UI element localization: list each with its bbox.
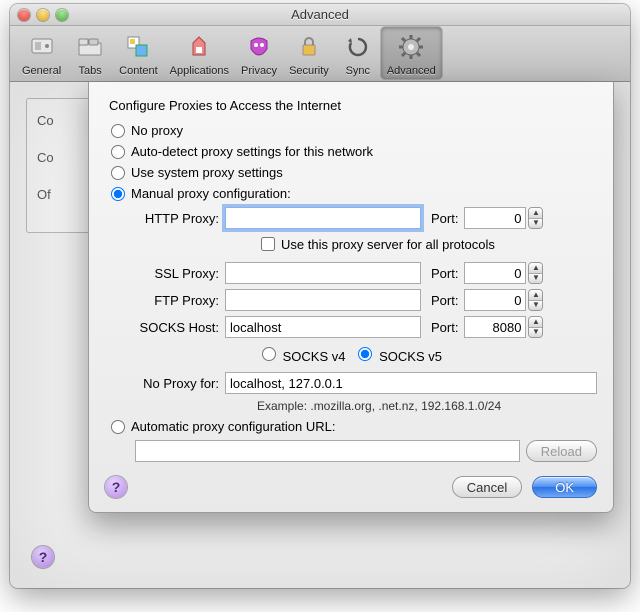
radio-label: Auto-detect proxy settings for this netw… [131,144,373,159]
radio-label: Manual proxy configuration: [131,186,291,201]
mask-icon [243,31,275,63]
preferences-window: Advanced General Tabs Content Applicati [10,4,630,588]
radio-auto-url-input[interactable] [111,420,125,434]
http-port-stepper[interactable]: ▲▼ [528,207,543,229]
sync-icon [342,31,374,63]
preferences-toolbar: General Tabs Content Applications Privac… [10,26,630,82]
toolbar-label: Privacy [241,65,277,77]
socks-label: SOCKS Host: [129,320,225,335]
lock-icon [293,31,325,63]
tabs-icon [74,31,106,63]
toolbar-tabs[interactable]: Tabs [67,27,113,79]
window-title: Advanced [10,7,630,22]
radio-socks-v4[interactable]: SOCKS v4 [257,344,345,364]
toolbar-general[interactable]: General [16,27,67,79]
auto-url-input[interactable] [135,440,520,462]
ssl-proxy-input[interactable] [225,262,421,284]
ftp-port-stepper[interactable]: ▲▼ [528,289,543,311]
content-area: Co Co Of ? Configure Proxies to Access t… [10,82,630,588]
toolbar-sync[interactable]: Sync [335,27,381,79]
radio-socks-v5[interactable]: SOCKS v5 [353,344,441,364]
help-button[interactable]: ? [32,546,54,568]
toolbar-content[interactable]: Content [113,27,164,79]
port-label: Port: [431,320,458,335]
radio-manual[interactable]: Manual proxy configuration: [111,186,597,201]
switch-icon [26,31,58,63]
sheet-help-button[interactable]: ? [105,476,127,498]
toolbar-advanced[interactable]: Advanced [381,27,442,79]
no-proxy-for-label: No Proxy for: [129,376,225,391]
ssl-port-input[interactable] [464,262,526,284]
content-icon [122,31,154,63]
no-proxy-example: Example: .mozilla.org, .net.nz, 192.168.… [257,399,597,413]
cancel-button[interactable]: Cancel [452,476,522,498]
radio-label: No proxy [131,123,183,138]
radio-no-proxy-input[interactable] [111,124,125,138]
toolbar-privacy[interactable]: Privacy [235,27,283,79]
ftp-label: FTP Proxy: [129,293,225,308]
titlebar: Advanced [10,4,630,26]
ssl-label: SSL Proxy: [129,266,225,281]
toolbar-security[interactable]: Security [283,27,335,79]
socks-port-input[interactable] [464,316,526,338]
applications-icon [183,31,215,63]
radio-auto-detect[interactable]: Auto-detect proxy settings for this netw… [111,144,597,159]
toolbar-label: Advanced [387,65,436,77]
port-label: Port: [431,266,458,281]
radio-system[interactable]: Use system proxy settings [111,165,597,180]
http-proxy-input[interactable] [225,207,421,229]
socks-host-input[interactable] [225,316,421,338]
toolbar-applications[interactable]: Applications [164,27,235,79]
ok-button[interactable]: OK [532,476,597,498]
proxy-sheet: Configure Proxies to Access the Internet… [88,82,614,513]
sheet-heading: Configure Proxies to Access the Internet [109,98,597,113]
radio-auto-detect-input[interactable] [111,145,125,159]
reload-button[interactable]: Reload [526,440,597,462]
manual-config-group: HTTP Proxy: Port: ▲▼ Use this proxy serv… [129,207,597,413]
ftp-port-input[interactable] [464,289,526,311]
radio-label: Use system proxy settings [131,165,283,180]
radio-auto-url[interactable]: Automatic proxy configuration URL: [111,419,597,434]
use-all-checkbox-row[interactable]: Use this proxy server for all protocols [257,234,597,254]
use-all-label: Use this proxy server for all protocols [281,237,495,252]
http-port-input[interactable] [464,207,526,229]
toolbar-label: General [22,65,61,77]
radio-manual-input[interactable] [111,187,125,201]
toolbar-label: Sync [346,65,370,77]
socks-port-stepper[interactable]: ▲▼ [528,316,543,338]
radio-label: Automatic proxy configuration URL: [131,419,335,434]
gear-icon [395,31,427,63]
radio-system-input[interactable] [111,166,125,180]
toolbar-label: Applications [170,65,229,77]
port-label: Port: [431,211,458,226]
toolbar-label: Tabs [79,65,102,77]
radio-no-proxy[interactable]: No proxy [111,123,597,138]
http-label: HTTP Proxy: [129,211,225,226]
port-label: Port: [431,293,458,308]
ftp-proxy-input[interactable] [225,289,421,311]
toolbar-label: Content [119,65,158,77]
use-all-checkbox[interactable] [261,237,275,251]
toolbar-label: Security [289,65,329,77]
no-proxy-for-input[interactable] [225,372,597,394]
ssl-port-stepper[interactable]: ▲▼ [528,262,543,284]
